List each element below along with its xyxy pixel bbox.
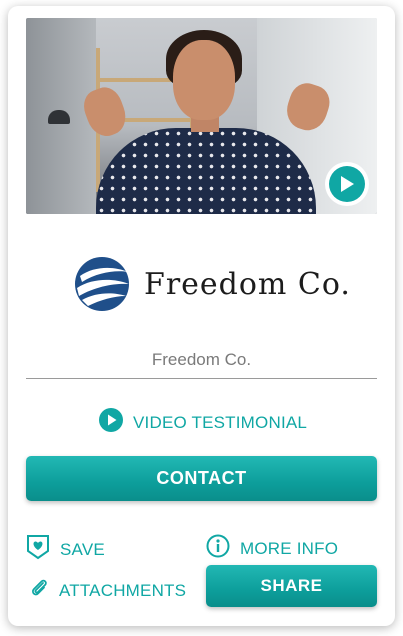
brand-logo: Freedom Co. — [74, 256, 351, 312]
person-face — [173, 40, 235, 120]
play-circle-icon — [99, 408, 123, 437]
attachments-link[interactable]: ATTACHMENTS — [31, 577, 186, 604]
video-testimonial-label: VIDEO TESTIMONIAL — [133, 412, 308, 432]
video-testimonial-link[interactable]: VIDEO TESTIMONIAL — [99, 408, 307, 437]
more-info-link[interactable]: MORE INFO — [206, 534, 338, 563]
paperclip-icon — [31, 577, 49, 604]
more-info-label: MORE INFO — [240, 538, 339, 558]
save-label: SAVE — [60, 539, 105, 559]
play-icon — [341, 176, 354, 192]
info-circle-icon — [206, 534, 230, 563]
brand-name: Freedom Co. — [144, 266, 351, 302]
video-play-button[interactable] — [325, 162, 369, 206]
contact-button[interactable]: CONTACT — [26, 456, 377, 501]
attachments-label: ATTACHMENTS — [59, 580, 187, 600]
heart-badge-icon — [26, 534, 50, 565]
globe-swoosh-logo-icon — [75, 257, 129, 311]
save-link[interactable]: SAVE — [26, 534, 105, 565]
business-card: Freedom Co. Freedom Co. VIDEO TESTIMONIA… — [8, 6, 395, 626]
share-button[interactable]: SHARE — [206, 565, 377, 607]
background-lamp — [48, 110, 70, 124]
video-thumbnail[interactable] — [26, 18, 377, 214]
company-name-field[interactable]: Freedom Co. — [26, 342, 377, 379]
